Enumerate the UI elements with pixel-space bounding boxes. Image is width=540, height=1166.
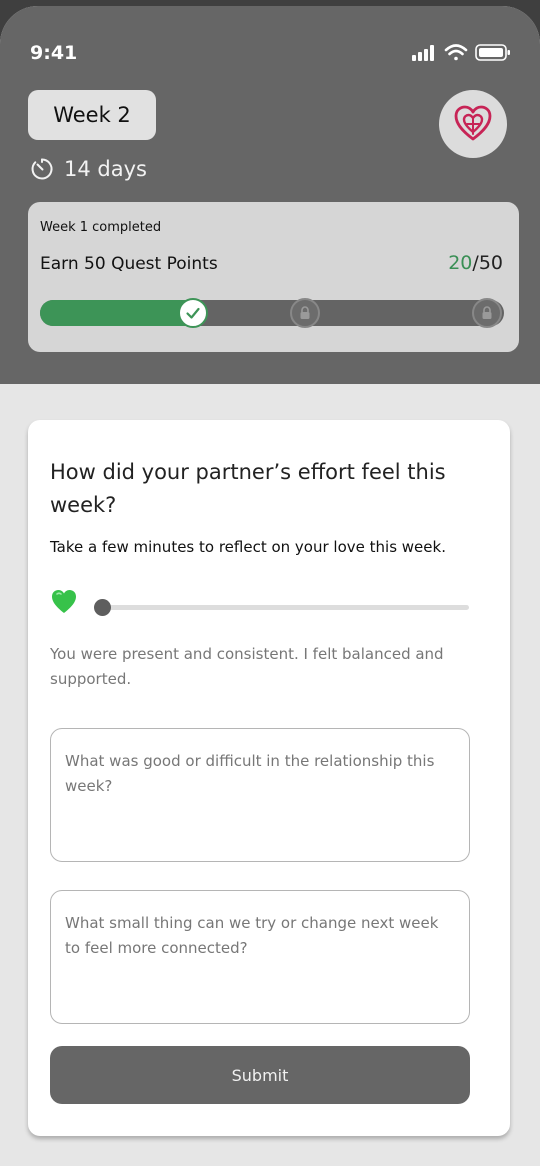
green-heart-icon xyxy=(52,590,76,613)
rating-feedback-text: You were present and consistent. I felt … xyxy=(50,645,444,688)
change-next-week-field[interactable] xyxy=(50,890,470,1024)
days-label: 14 days xyxy=(64,157,147,181)
reflection-subtitle: Take a few minutes to reflect on your lo… xyxy=(50,538,446,556)
quest-progress-card: Week 1 completed Earn 50 Quest Points 20… xyxy=(28,202,519,352)
status-time: 9:41 xyxy=(30,42,78,64)
timer-icon xyxy=(31,158,53,180)
milestone-locked xyxy=(290,298,320,328)
status-bar: 9:41 xyxy=(0,6,540,98)
days-remaining: 14 days xyxy=(30,154,147,184)
check-icon xyxy=(186,307,200,319)
quest-points-current: 20 xyxy=(448,252,473,274)
good-difficult-field[interactable] xyxy=(50,728,470,862)
change-next-week-input[interactable] xyxy=(51,891,469,1023)
effort-slider-thumb[interactable] xyxy=(94,599,111,616)
lock-icon xyxy=(300,306,310,319)
status-icons xyxy=(412,42,512,64)
quest-status-text: Week 1 completed xyxy=(40,220,162,235)
battery-icon xyxy=(475,44,510,61)
quest-title: Earn 50 Quest Points xyxy=(40,254,218,274)
reflection-card: How did your partner’s effort feel this … xyxy=(28,420,510,1136)
signal-icon xyxy=(412,45,434,61)
quest-score: 20/50 xyxy=(448,252,503,274)
effort-slider[interactable] xyxy=(94,599,469,616)
quest-progress-bar xyxy=(40,298,504,328)
quest-points-total: 50 xyxy=(478,252,503,274)
phone-screen: 9:41 Week 2 14 days Week 1 completed Ear… xyxy=(0,6,540,1166)
wifi-icon xyxy=(444,44,468,61)
heart-knot-icon xyxy=(454,105,492,141)
milestone-completed xyxy=(178,298,208,328)
reflection-question: How did your partner’s effort feel this … xyxy=(50,460,446,517)
week-badge[interactable]: Week 2 xyxy=(28,90,156,140)
app-logo-button[interactable] xyxy=(439,90,507,158)
header-panel: 9:41 Week 2 14 days Week 1 completed Ear… xyxy=(0,6,540,384)
submit-button[interactable]: Submit xyxy=(50,1046,470,1104)
good-difficult-input[interactable] xyxy=(51,729,469,861)
week-label: Week 2 xyxy=(53,103,131,127)
quest-progress-fill xyxy=(40,300,193,326)
lock-icon xyxy=(482,306,492,319)
milestone-locked xyxy=(472,298,502,328)
